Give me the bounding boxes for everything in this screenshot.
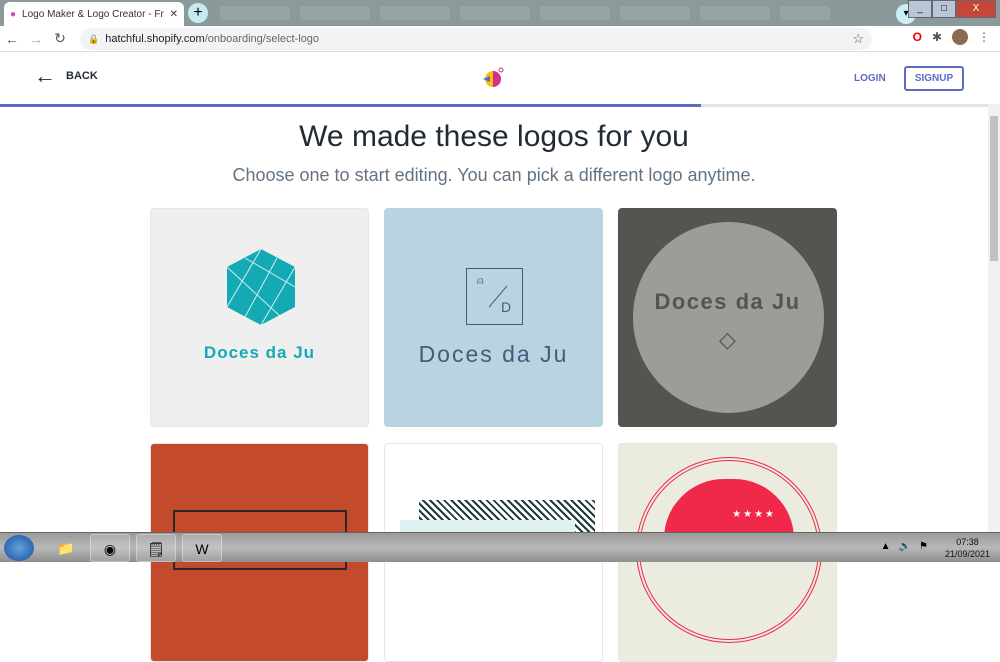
address-bar-row: ← → ↻ 🔒 hatchful.shopify.com/onboarding/… — [0, 26, 1000, 52]
word-icon[interactable]: W — [182, 534, 222, 562]
start-button[interactable] — [4, 535, 34, 561]
favicon-icon: ● — [10, 8, 17, 20]
blurred-tab[interactable] — [300, 6, 370, 20]
clock-date: 21/09/2021 — [944, 549, 990, 559]
windows-taskbar: 📁 ◉ 🗒 W ▲ 🔈 ⚑ 07:38 21/09/2021 — [0, 532, 1000, 562]
logo-name: Doces da Ju — [418, 341, 569, 367]
extensions-puzzle-icon[interactable]: ✱ — [932, 30, 942, 44]
browser-tab[interactable]: ● Logo Maker & Logo Creator - Fre ✕ — [4, 2, 184, 26]
diamond-icon: ◇ — [719, 327, 736, 352]
clock-time: 07:38 — [956, 537, 979, 547]
explorer-icon[interactable]: 📁 — [46, 534, 86, 562]
logo-name: Doces da Ju — [203, 343, 316, 362]
circle-badge — [633, 222, 824, 413]
volume-icon[interactable]: 🔈 — [899, 541, 911, 552]
signup-button[interactable]: SIGNUP — [904, 66, 964, 91]
logo-option-1[interactable]: Doces da Ju — [150, 208, 369, 427]
bell-icon: ⍝ — [477, 275, 484, 287]
close-tab-icon[interactable]: ✕ — [170, 9, 178, 20]
forward-arrow-icon[interactable]: → — [24, 31, 48, 47]
hatchful-logo-icon — [483, 67, 504, 87]
show-hidden-icons[interactable]: ▲ — [881, 541, 891, 552]
page-subtitle: Choose one to start editing. You can pic… — [232, 165, 756, 185]
close-window-button[interactable]: X — [956, 0, 996, 18]
action-center-flag-icon[interactable]: ⚑ — [919, 541, 928, 552]
new-tab-button[interactable]: + — [188, 3, 208, 23]
blurred-tab[interactable] — [620, 6, 690, 20]
progress-bar — [0, 104, 988, 107]
blurred-tab[interactable] — [540, 6, 610, 20]
logo-option-3[interactable]: Doces da Ju ◇ — [618, 208, 837, 427]
url-input[interactable]: 🔒 hatchful.shopify.com/onboarding/select… — [80, 28, 872, 50]
blurred-tab[interactable] — [700, 6, 770, 20]
logo-option-2[interactable]: ⍝ D Doces da Ju — [384, 208, 603, 427]
back-arrow-icon[interactable]: ← — [0, 31, 24, 47]
maximize-button[interactable]: □ — [932, 0, 956, 18]
blurred-tab[interactable] — [780, 6, 830, 20]
url-host: hatchful.shopify.com — [105, 33, 205, 45]
blurred-tab[interactable] — [380, 6, 450, 20]
clock[interactable]: 07:38 21/09/2021 — [945, 536, 990, 560]
scrollbar-thumb[interactable] — [990, 116, 998, 261]
back-label: BACK — [66, 70, 98, 82]
sticky-notes-icon[interactable]: 🗒 — [136, 534, 176, 562]
blurred-tab[interactable] — [220, 6, 290, 20]
monogram-letter: D — [501, 299, 512, 315]
blurred-tab[interactable] — [460, 6, 530, 20]
reload-icon[interactable]: ↻ — [48, 30, 72, 47]
tab-title: Logo Maker & Logo Creator - Fre — [22, 8, 164, 20]
monogram-frame: ⍝ D — [466, 268, 523, 325]
page-header: ← BACK LOGIN SIGNUP — [0, 52, 988, 104]
minimize-button[interactable]: _ — [908, 0, 932, 18]
url-path: /onboarding/select-logo — [204, 33, 320, 45]
lock-icon: 🔒 — [88, 33, 100, 44]
login-link[interactable]: LOGIN — [854, 73, 886, 84]
progress-fill — [0, 104, 702, 107]
opera-extension-icon[interactable]: O — [913, 30, 922, 44]
logo-name: Doces da Ju — [654, 289, 801, 314]
back-button[interactable]: ← BACK — [34, 63, 98, 88]
profile-avatar[interactable] — [952, 29, 968, 45]
page-title: We made these logos for you — [299, 120, 689, 153]
menu-kebab-icon[interactable]: ⋮ — [978, 30, 990, 44]
bookmark-star-icon[interactable]: ☆ — [852, 31, 864, 47]
hexagon-icon — [226, 248, 296, 326]
arrow-left-icon: ← — [34, 63, 56, 88]
scrollbar[interactable] — [988, 104, 1000, 532]
chrome-taskbar-icon[interactable]: ◉ — [90, 534, 130, 562]
browser-tab-bar: ● Logo Maker & Logo Creator - Fre ✕ + ▾ … — [0, 0, 1000, 26]
